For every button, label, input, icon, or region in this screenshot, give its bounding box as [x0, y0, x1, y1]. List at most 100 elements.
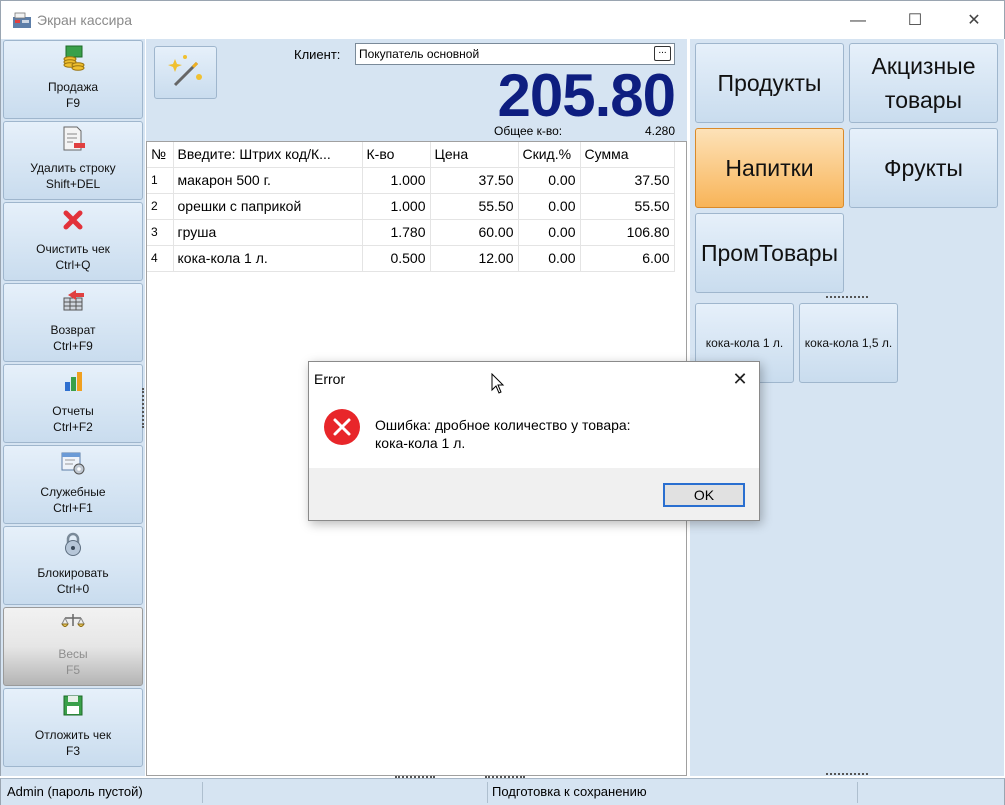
item-sum: 37.50: [580, 167, 675, 194]
column-header-price[interactable]: Цена: [430, 142, 519, 168]
item-price: 55.50: [430, 193, 519, 220]
return-icon: [63, 290, 84, 311]
status-user: Admin (пароль пустой): [3, 782, 203, 803]
item-name: орешки с паприкой: [173, 193, 363, 220]
status-bar: Admin (пароль пустой) Подготовка к сохра…: [0, 778, 1005, 805]
minimize-button[interactable]: —: [835, 1, 881, 40]
floppy-disk-icon: [63, 695, 83, 716]
category-excise-button[interactable]: Акцизные товары: [849, 43, 998, 123]
lock-button[interactable]: Блокировать Ctrl+0: [3, 526, 143, 605]
item-discount: 0.00: [518, 219, 581, 246]
reports-label: Отчеты Ctrl+F2: [52, 404, 94, 434]
item-quantity: 1.780: [362, 219, 431, 246]
row-number: 2: [147, 193, 174, 220]
column-header-number[interactable]: №: [147, 142, 174, 168]
error-dialog: Error ✕ Ошибка: дробное количество у тов…: [308, 361, 760, 521]
category-products-button[interactable]: Продукты: [695, 43, 844, 123]
left-splitter[interactable]: [142, 388, 145, 428]
bar-chart-icon: [65, 372, 82, 391]
scales-label: Весы F5: [58, 647, 88, 677]
window-title: Экран кассира: [37, 12, 132, 28]
padlock-icon: [65, 532, 81, 556]
item-price: 12.00: [430, 245, 519, 272]
service-settings-icon: [61, 452, 85, 475]
item-discount: 0.00: [518, 245, 581, 272]
column-header-quantity[interactable]: К-во: [362, 142, 431, 168]
item-discount: 0.00: [518, 167, 581, 194]
maximize-button[interactable]: ☐: [892, 1, 938, 40]
delete-line-label: Удалить строку Shift+DEL: [30, 161, 116, 191]
total-qty-value: 4.280: [644, 124, 675, 138]
category-splitter[interactable]: [826, 296, 868, 299]
left-toolbar: Продажа F9 Удалить строку Shift+DEL Очис…: [0, 39, 145, 776]
item-quantity: 0.500: [362, 245, 431, 272]
scales-button[interactable]: Весы F5: [3, 607, 143, 686]
table-row[interactable]: 2 орешки с паприкой 1.000 55.50 0.00 55.…: [147, 193, 675, 220]
receipt-total: 205.80: [497, 62, 676, 129]
table-row[interactable]: 4 кока-кола 1 л. 0.500 12.00 0.00 6.00: [147, 245, 675, 272]
item-name: макарон 500 г.: [173, 167, 363, 194]
category-drinks-button[interactable]: Напитки: [695, 128, 844, 208]
dialog-title: Error: [314, 371, 346, 387]
total-qty-label: Общее к-во:: [494, 124, 563, 138]
magic-wand-button[interactable]: [154, 46, 217, 99]
item-name: кока-кола 1 л.: [173, 245, 363, 272]
table-row[interactable]: 1 макарон 500 г. 1.000 37.50 0.00 37.50: [147, 167, 675, 194]
client-label: Клиент:: [294, 47, 341, 62]
client-value: Покупатель основной: [359, 47, 480, 61]
category-industrial-goods-button[interactable]: ПромТовары: [695, 213, 844, 293]
item-sum: 55.50: [580, 193, 675, 220]
scales-icon: [61, 614, 85, 627]
lock-label: Блокировать Ctrl+0: [37, 566, 109, 596]
row-number: 4: [147, 245, 174, 272]
items-table: № Введите: Штрих код/К... К-во Цена Скид…: [147, 142, 675, 272]
status-message: Подготовка к сохранению: [488, 782, 858, 803]
service-button[interactable]: Служебные Ctrl+F1: [3, 445, 143, 524]
cashier-app-icon: [13, 12, 31, 28]
delete-line-button[interactable]: Удалить строку Shift+DEL: [3, 121, 143, 200]
return-button[interactable]: Возврат Ctrl+F9: [3, 283, 143, 362]
status-spacer: [203, 782, 488, 803]
return-label: Возврат Ctrl+F9: [50, 323, 96, 353]
clear-receipt-label: Очистить чек Ctrl+Q: [36, 242, 110, 272]
mouse-cursor-icon: [491, 373, 505, 394]
coins-icon: [63, 45, 85, 71]
table-row[interactable]: 3 груша 1.780 60.00 0.00 106.80: [147, 219, 675, 246]
column-header-barcode[interactable]: Введите: Штрих код/К...: [173, 142, 363, 168]
item-quantity: 1.000: [362, 193, 431, 220]
row-number: 1: [147, 167, 174, 194]
sale-label: Продажа F9: [47, 80, 99, 110]
hold-receipt-button[interactable]: Отложить чек F3: [3, 688, 143, 767]
service-label: Служебные Ctrl+F1: [40, 485, 106, 515]
dialog-close-button[interactable]: ✕: [725, 367, 755, 391]
dialog-body: Error ✕ Ошибка: дробное количество у тов…: [309, 362, 759, 468]
reports-button[interactable]: Отчеты Ctrl+F2: [3, 364, 143, 443]
ok-button[interactable]: OK: [663, 483, 745, 507]
item-price: 60.00: [430, 219, 519, 246]
client-browse-button[interactable]: ...: [654, 46, 671, 61]
product-coke-1-5l-button[interactable]: кока-кола 1,5 л.: [799, 303, 898, 383]
item-name: груша: [173, 219, 363, 246]
magic-wand-icon: [168, 55, 202, 87]
right-bottom-splitter[interactable]: [826, 773, 868, 776]
error-icon: [324, 409, 360, 445]
red-x-icon: [63, 210, 83, 230]
delete-line-icon: [63, 126, 85, 151]
item-discount: 0.00: [518, 193, 581, 220]
title-bar: Экран кассира — ☐ ✕: [0, 0, 1005, 39]
close-window-button[interactable]: ✕: [951, 1, 997, 40]
category-fruits-button[interactable]: Фрукты: [849, 128, 998, 208]
dialog-message-line1: Ошибка: дробное количество у товара:: [375, 417, 631, 433]
clear-receipt-button[interactable]: Очистить чек Ctrl+Q: [3, 202, 143, 281]
dialog-message-line2: кока-кола 1 л.: [375, 435, 466, 451]
column-header-discount[interactable]: Скид.%: [518, 142, 581, 168]
item-sum: 6.00: [580, 245, 675, 272]
item-price: 37.50: [430, 167, 519, 194]
table-header-row: № Введите: Штрих код/К... К-во Цена Скид…: [147, 142, 675, 168]
dialog-message: Ошибка: дробное количество у товара: кок…: [375, 416, 631, 452]
item-sum: 106.80: [580, 219, 675, 246]
item-quantity: 1.000: [362, 167, 431, 194]
hold-receipt-label: Отложить чек F3: [34, 728, 112, 758]
column-header-sum[interactable]: Сумма: [580, 142, 675, 168]
sale-button[interactable]: Продажа F9: [3, 40, 143, 119]
